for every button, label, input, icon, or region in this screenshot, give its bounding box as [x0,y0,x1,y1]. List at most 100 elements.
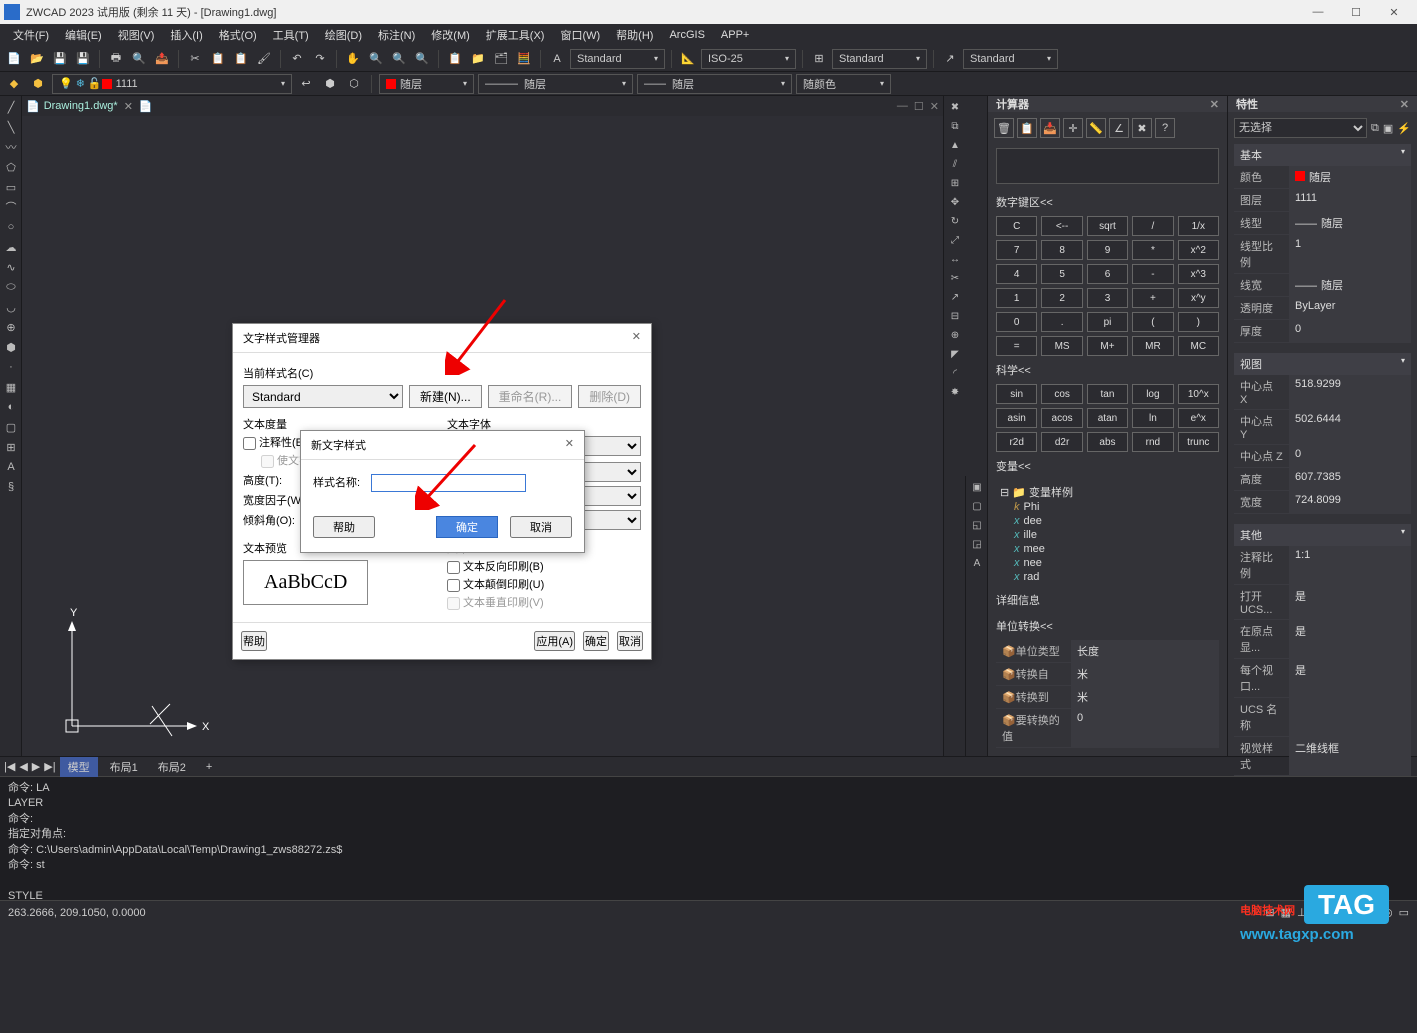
tab-new-icon[interactable]: 📄 [139,100,153,113]
calc-key-cos[interactable]: cos [1041,384,1082,404]
calc-key-=[interactable]: = [996,336,1037,356]
cut-icon[interactable]: ✂ [185,49,205,69]
explode-icon[interactable]: ✸ [946,383,964,401]
region-icon[interactable]: ▢ [2,418,20,436]
calc-key-([interactable]: ( [1132,312,1173,332]
tp-icon[interactable]: 🗂 [491,49,511,69]
mirror-icon[interactable]: ▲ [946,136,964,154]
color-drop[interactable]: 随层▾ [379,74,474,94]
layer-mgr-icon[interactable]: ◆ [4,74,24,94]
calc-getang-icon[interactable]: ∠ [1109,118,1129,138]
layer-states-icon[interactable]: ⬢ [28,74,48,94]
dlg1-cancel-button[interactable]: 取消 [617,631,643,651]
var-item[interactable]: xdee [996,514,1219,528]
trim-icon[interactable]: ✂ [946,269,964,287]
sci-header[interactable]: 科学<< [996,362,1219,378]
undo-icon[interactable]: ↶ [287,49,307,69]
line-icon[interactable]: ╱ [2,98,20,116]
calc-key-4[interactable]: 4 [996,264,1037,284]
calc-key-sin[interactable]: sin [996,384,1037,404]
command-line[interactable]: 命令: LA LAYER 命令: 指定对角点: 命令: C:\Users\adm… [0,776,1417,900]
move-obj-icon[interactable]: ✥ [946,193,964,211]
layer-prev-icon[interactable]: ↩ [296,74,316,94]
open-icon[interactable]: 📂 [27,49,47,69]
dlg2-ok-button[interactable]: 确定 [436,516,498,538]
zoom-rt-icon[interactable]: 🔍 [366,49,386,69]
rect-icon[interactable]: ▭ [2,178,20,196]
revcloud-icon[interactable]: ☁ [2,238,20,256]
var-tree[interactable]: ⊟ 📁 变量样例 kPhixdeexillexmeexneexrad [988,480,1227,588]
saveas-icon[interactable]: 💾 [73,49,93,69]
selection-drop[interactable]: 无选择 [1234,118,1367,138]
menu-window[interactable]: 窗口(W) [553,25,607,45]
doc-min-icon[interactable]: — [897,100,908,112]
dlg1-ok-button[interactable]: 确定 [583,631,609,651]
calc-display[interactable] [996,148,1219,184]
calc-key-*[interactable]: * [1132,240,1173,260]
dlg2-close-icon[interactable]: ✕ [565,437,574,453]
zoom-win-icon[interactable]: 🔍 [412,49,432,69]
chamfer-icon[interactable]: ◤ [946,345,964,363]
calc-icon[interactable]: 🧮 [514,49,534,69]
calc-key-5[interactable]: 5 [1041,264,1082,284]
dimstyle-icon[interactable]: 📐 [678,49,698,69]
tab-next-icon[interactable]: ▶ [32,760,40,773]
menu-edit[interactable]: 编辑(E) [58,25,109,45]
menu-view[interactable]: 视图(V) [111,25,162,45]
spline-icon[interactable]: ∿ [2,258,20,276]
offset-icon[interactable]: ⫽ [946,155,964,173]
layer-drop[interactable]: 💡❄🔓 1111▾ [52,74,292,94]
var-header[interactable]: 变量<< [996,458,1219,474]
break-icon[interactable]: ⊟ [946,307,964,325]
text-front-icon[interactable]: A [968,554,986,572]
point-icon[interactable]: · [2,358,20,376]
style-name-input[interactable] [371,474,526,492]
calc-key-e^x[interactable]: e^x [1178,408,1219,428]
upside-check[interactable] [447,579,460,592]
calc-key-x^2[interactable]: x^2 [1178,240,1219,260]
calc-key-8[interactable]: 8 [1041,240,1082,260]
menu-draw[interactable]: 绘图(D) [318,25,369,45]
calc-key-MR[interactable]: MR [1132,336,1173,356]
var-item[interactable]: xille [996,528,1219,542]
annotative-check[interactable] [243,437,256,450]
calc-key-tan[interactable]: tan [1087,384,1128,404]
calc-key-6[interactable]: 6 [1087,264,1128,284]
menu-format[interactable]: 格式(O) [212,25,264,45]
calc-getdist-icon[interactable]: 📏 [1086,118,1106,138]
plotstyle-drop[interactable]: 随颜色▾ [796,74,891,94]
tab-add[interactable]: + [198,759,220,775]
calc-key-ln[interactable]: ln [1132,408,1173,428]
calc-key-<--[interactable]: <-- [1041,216,1082,236]
tab-first-icon[interactable]: |◀ [4,760,15,773]
calc-key-x^3[interactable]: x^3 [1178,264,1219,284]
front-icon[interactable]: ▣ [968,478,986,496]
back-icon[interactable]: ▢ [968,497,986,515]
var-item[interactable]: xrad [996,570,1219,584]
calc-key-atan[interactable]: atan [1087,408,1128,428]
menu-dim[interactable]: 标注(N) [371,25,422,45]
dlg2-cancel-button[interactable]: 取消 [510,516,572,538]
calc-clear-icon[interactable]: 🗑 [994,118,1014,138]
calc-key--[interactable]: - [1132,264,1173,284]
tab-layout1[interactable]: 布局1 [102,757,146,777]
calc-key-d2r[interactable]: d2r [1041,432,1082,452]
join-icon[interactable]: ⊕ [946,326,964,344]
calc-key-.[interactable]: . [1041,312,1082,332]
calc-help-icon[interactable]: ? [1155,118,1175,138]
calc-getint-icon[interactable]: ✖ [1132,118,1152,138]
calc-key-trunc[interactable]: trunc [1178,432,1219,452]
unit-header[interactable]: 单位转换<< [996,618,1219,634]
calc-key-asin[interactable]: asin [996,408,1037,428]
calc-key-log[interactable]: log [1132,384,1173,404]
calc-key-2[interactable]: 2 [1041,288,1082,308]
calc-paste-icon[interactable]: 📥 [1040,118,1060,138]
match-icon[interactable]: 🖌 [254,49,274,69]
calc-key-)[interactable]: ) [1178,312,1219,332]
fillet-icon[interactable]: ◜ [946,364,964,382]
menu-insert[interactable]: 插入(I) [163,25,209,45]
calc-key-M+[interactable]: M+ [1087,336,1128,356]
calc-key-/[interactable]: / [1132,216,1173,236]
doc-tab-active[interactable]: Drawing1.dwg* [44,100,118,112]
calc-getpt-icon[interactable]: ✛ [1063,118,1083,138]
